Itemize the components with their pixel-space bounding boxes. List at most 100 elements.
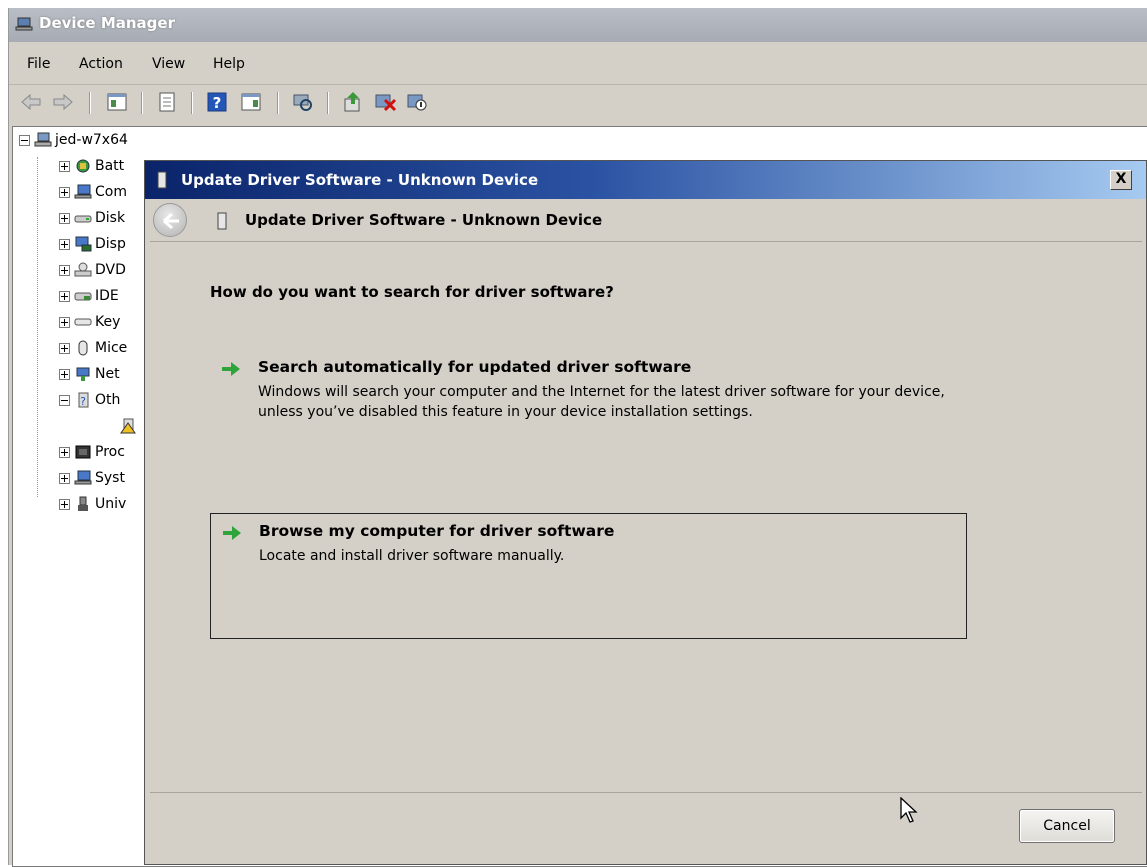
- ide-controller-icon: [74, 292, 92, 301]
- option-title: Browse my computer for driver software: [259, 522, 615, 540]
- question-heading: How do you want to search for driver sof…: [210, 283, 614, 301]
- toolbar-separator: [327, 92, 329, 114]
- tree-item[interactable]: Key: [59, 311, 120, 333]
- back-button[interactable]: [153, 203, 187, 237]
- expand-icon[interactable]: [59, 290, 70, 302]
- forward-icon[interactable]: [51, 90, 75, 114]
- tree-item-label: Mice: [95, 340, 128, 356]
- toolbar-separator: [89, 92, 91, 114]
- tree-item-label: Disp: [95, 236, 126, 252]
- tree-item[interactable]: IDE: [59, 285, 119, 307]
- usb-controller-icon: [78, 496, 88, 511]
- collapse-icon[interactable]: [19, 134, 30, 146]
- back-icon[interactable]: [19, 90, 43, 114]
- tree-item-label: Batt: [95, 158, 125, 174]
- dialog-title-bar[interactable]: Update Driver Software - Unknown Device …: [145, 161, 1146, 199]
- tree-item-label: IDE: [95, 288, 119, 304]
- toolbar-separator: [191, 92, 193, 114]
- expand-icon[interactable]: [59, 342, 70, 354]
- tree-item[interactable]: Batt: [59, 155, 124, 177]
- tree-item-label: Key: [95, 314, 121, 330]
- tree-item[interactable]: Proc: [59, 441, 125, 463]
- system-devices-icon: [74, 470, 92, 485]
- tree-item[interactable]: Disp: [59, 233, 126, 255]
- green-arrow-icon: [223, 526, 241, 540]
- expand-icon[interactable]: [59, 316, 70, 328]
- tree-item[interactable]: Mice: [59, 337, 127, 359]
- expand-icon[interactable]: [59, 212, 70, 224]
- tree-item-label: Proc: [95, 444, 125, 460]
- scan-hardware-icon[interactable]: [291, 90, 315, 114]
- tree-item-label: Net: [95, 366, 120, 382]
- window-title-bar[interactable]: Device Manager: [9, 8, 1147, 42]
- battery-icon: [76, 159, 90, 173]
- dialog-header: Update Driver Software - Unknown Device: [145, 199, 1146, 241]
- back-arrow-icon: [163, 212, 179, 230]
- tree-item[interactable]: Syst: [59, 467, 125, 489]
- tree-item-label: Univ: [95, 496, 127, 512]
- expand-icon[interactable]: [59, 498, 70, 510]
- tree-item-label: DVD: [95, 262, 126, 278]
- mouse-icon: [78, 340, 88, 356]
- device-icon: [157, 171, 167, 189]
- update-driver-dialog: Update Driver Software - Unknown Device …: [144, 160, 1147, 865]
- tree-item[interactable]: [119, 415, 140, 437]
- tree-item-label: Com: [95, 184, 127, 200]
- help-icon[interactable]: ?: [205, 90, 229, 114]
- tree-item[interactable]: Com: [59, 181, 127, 203]
- display-adapter-icon: [75, 236, 92, 252]
- properties-icon[interactable]: [155, 90, 179, 114]
- green-arrow-icon: [222, 362, 240, 376]
- dialog-header-title: Update Driver Software - Unknown Device: [245, 211, 603, 229]
- option-description: Windows will search your computer and th…: [258, 384, 945, 420]
- expand-icon[interactable]: [59, 238, 70, 250]
- option-description: Locate and install driver software manua…: [259, 548, 565, 564]
- expand-icon[interactable]: [59, 186, 70, 198]
- expand-icon[interactable]: [59, 472, 70, 484]
- tree-item[interactable]: Disk: [59, 207, 125, 229]
- tree-root-label: jed-w7x64: [55, 132, 128, 148]
- uninstall-device-icon[interactable]: [373, 90, 397, 114]
- expand-icon[interactable]: [59, 446, 70, 458]
- collapse-icon[interactable]: [59, 394, 70, 406]
- computer-icon: [74, 184, 92, 199]
- tree-root[interactable]: jed-w7x64: [19, 129, 128, 151]
- tree-item-label: Syst: [95, 470, 125, 486]
- browse-computer-option[interactable]: Browse my computer for driver software L…: [210, 513, 967, 639]
- expand-icon[interactable]: [59, 368, 70, 380]
- device-icon: [217, 212, 227, 230]
- tree-item-label: Oth: [95, 392, 121, 408]
- menu-bar: File Action View Help: [9, 48, 1147, 85]
- svg-text:?: ?: [213, 94, 222, 112]
- toolbar-separator: [141, 92, 143, 114]
- toolbar-separator: [277, 92, 279, 114]
- update-driver-icon[interactable]: [341, 90, 365, 114]
- dialog-body: How do you want to search for driver sof…: [150, 241, 1142, 823]
- expand-icon[interactable]: [59, 160, 70, 172]
- tree-guide-line: [37, 157, 39, 497]
- tree-item-label: Disk: [95, 210, 126, 226]
- tree-item[interactable]: Univ: [59, 493, 126, 515]
- tree-item[interactable]: ? Oth: [59, 389, 120, 411]
- tree-item[interactable]: DVD: [59, 259, 126, 281]
- search-automatically-option[interactable]: Search automatically for updated driver …: [210, 350, 967, 430]
- cancel-button[interactable]: Cancel: [1019, 809, 1115, 843]
- expand-icon[interactable]: [59, 264, 70, 276]
- dvd-drive-icon: [74, 262, 92, 277]
- disable-device-icon[interactable]: [405, 90, 429, 114]
- menu-help[interactable]: Help: [213, 56, 245, 72]
- computer-root-icon: [34, 132, 52, 147]
- close-button[interactable]: X: [1110, 170, 1132, 190]
- window-title: Device Manager: [39, 14, 175, 32]
- menu-action[interactable]: Action: [79, 56, 123, 72]
- svg-text:?: ?: [80, 395, 86, 408]
- show-hide-console-tree-icon[interactable]: [105, 90, 129, 114]
- menu-view[interactable]: View: [152, 56, 185, 72]
- other-devices-icon: ?: [78, 392, 89, 408]
- device-manager-icon: [15, 17, 33, 31]
- processor-icon: [75, 445, 91, 459]
- menu-file[interactable]: File: [27, 56, 50, 72]
- show-action-pane-icon[interactable]: [239, 90, 263, 114]
- tree-item[interactable]: Net: [59, 363, 120, 385]
- unknown-device-warning-icon: [120, 418, 136, 434]
